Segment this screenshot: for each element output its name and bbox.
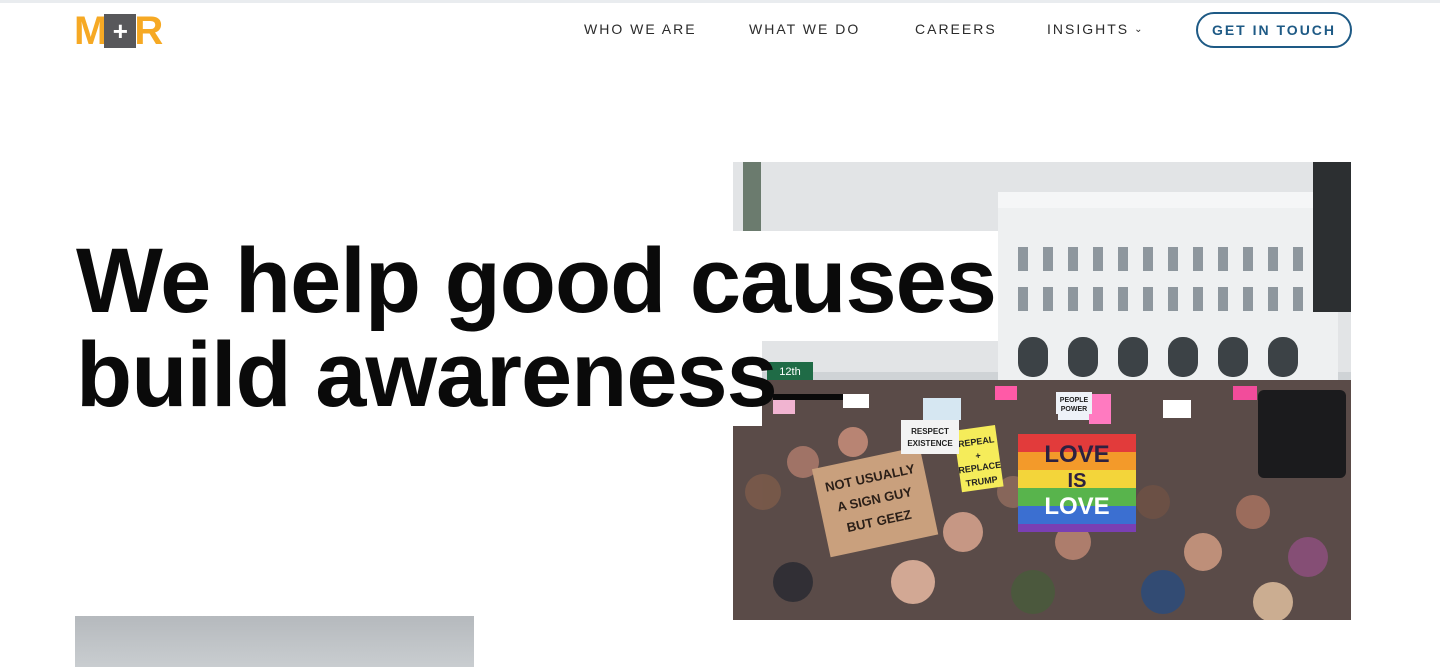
main-navigation: WHO WE ARE WHAT WE DO CAREERS INSIGHTS ⌄ …: [0, 0, 1440, 60]
svg-text:LOVE: LOVE: [1044, 493, 1109, 520]
chevron-down-icon: ⌄: [1134, 24, 1145, 35]
nav-who-we-are[interactable]: WHO WE ARE: [584, 21, 697, 37]
nav-insights[interactable]: INSIGHTS ⌄: [1047, 21, 1145, 37]
hero-headline: We help good causes build awareness: [76, 234, 997, 422]
svg-text:PEOPLE: PEOPLE: [1060, 397, 1089, 404]
headline-line-1: We help good causes: [76, 230, 997, 332]
svg-text:IS: IS: [1068, 470, 1087, 492]
typing-cursor: [772, 394, 843, 400]
svg-text:LOVE: LOVE: [1044, 441, 1109, 468]
headline-line-2: build awareness: [76, 324, 778, 426]
nav-careers[interactable]: CAREERS: [915, 21, 997, 37]
secondary-photo: [75, 616, 474, 667]
svg-text:RESPECT: RESPECT: [911, 427, 949, 436]
nav-what-we-do[interactable]: WHAT WE DO: [749, 21, 860, 37]
get-in-touch-button[interactable]: GET IN TOUCH: [1196, 12, 1352, 48]
nav-insights-label: INSIGHTS: [1047, 21, 1130, 37]
svg-text:POWER: POWER: [1061, 406, 1087, 413]
svg-text:EXISTENCE: EXISTENCE: [907, 439, 953, 448]
